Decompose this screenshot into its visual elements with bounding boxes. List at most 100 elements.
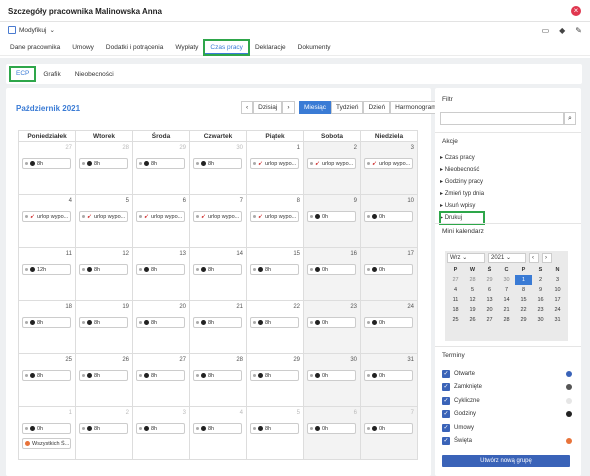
calendar-day-cell[interactable]: 2 8h	[76, 407, 133, 460]
calendar-event[interactable]: 0h	[22, 423, 71, 434]
calendar-event[interactable]: 0h	[364, 370, 413, 381]
calendar-event[interactable]: 8h	[79, 370, 128, 381]
calendar-event[interactable]: ➹ urlop wypo...	[364, 158, 413, 169]
calendar-event[interactable]: 0h	[364, 423, 413, 434]
holiday-event[interactable]: Wszystkich Ś...	[22, 438, 71, 449]
mini-prev-button[interactable]: ‹	[529, 253, 539, 263]
calendar-day-cell[interactable]: 9 0h	[304, 195, 361, 248]
calendar-day-cell[interactable]: 26 8h	[76, 354, 133, 407]
checkbox-checked-icon[interactable]: ✓	[442, 423, 450, 432]
mini-day[interactable]: 16	[532, 295, 549, 305]
mini-day[interactable]: 30	[498, 275, 515, 285]
calendar-day-cell[interactable]: 27 8h	[133, 354, 190, 407]
calendar-day-cell[interactable]: 3 ➹ urlop wypo...	[361, 142, 418, 195]
mini-day[interactable]: 11	[447, 295, 464, 305]
calendar-event[interactable]: 8h	[193, 264, 242, 275]
mini-day[interactable]: 29	[515, 315, 532, 325]
checkbox-checked-icon[interactable]: ✓	[442, 396, 450, 405]
mini-day[interactable]: 30	[532, 315, 549, 325]
calendar-event[interactable]: ➹ urlop wypo...	[136, 211, 185, 222]
calendar-event[interactable]: 8h	[79, 317, 128, 328]
calendar-event[interactable]: 0h	[307, 264, 356, 275]
calendar-day-cell[interactable]: 28 8h	[76, 142, 133, 195]
calendar-event[interactable]: 8h	[79, 158, 128, 169]
search-icon[interactable]: ⌕	[564, 112, 576, 125]
action-item[interactable]: ▸ Czas pracy	[440, 152, 484, 164]
calendar-day-cell[interactable]: 24 0h	[361, 301, 418, 354]
tab-dodatki[interactable]: Dodatki i potrącenia	[100, 40, 169, 55]
calendar-event[interactable]: 8h	[250, 264, 299, 275]
calendar-event[interactable]: 0h	[364, 211, 413, 222]
mini-day[interactable]: 5	[464, 285, 481, 295]
calendar-day-cell[interactable]: 8 ➹ urlop wypo...	[247, 195, 304, 248]
calendar-day-cell[interactable]: 4 ➹ urlop wypo...	[19, 195, 76, 248]
view-schedule-button[interactable]: Harmonogram	[390, 101, 442, 114]
mini-day[interactable]: 9	[532, 285, 549, 295]
mini-year-select[interactable]: 2021 ⌄	[488, 253, 526, 263]
calendar-event[interactable]: ➹ urlop wypo...	[193, 211, 242, 222]
tab-czas-pracy[interactable]: Czas pracy	[203, 39, 250, 56]
modify-button[interactable]: Modyfikuj ⌄	[8, 26, 55, 34]
mini-day[interactable]: 27	[447, 275, 464, 285]
next-button[interactable]: ›	[282, 101, 295, 114]
mini-day[interactable]: 4	[447, 285, 464, 295]
term-item[interactable]: ✓ Otwarte	[442, 367, 572, 381]
calendar-day-cell[interactable]: 16 0h	[304, 248, 361, 301]
calendar-event[interactable]: ➹ urlop wypo...	[79, 211, 128, 222]
calendar-day-cell[interactable]: 20 8h	[133, 301, 190, 354]
calendar-event[interactable]: 8h	[250, 423, 299, 434]
prev-button[interactable]: ‹	[241, 101, 254, 114]
mini-day[interactable]: 18	[447, 305, 464, 315]
checkbox-checked-icon[interactable]: ✓	[442, 383, 450, 392]
subtab-ecp[interactable]: ECP	[8, 66, 37, 82]
calendar-day-cell[interactable]: 13 8h	[133, 248, 190, 301]
calendar-event[interactable]: 0h	[307, 370, 356, 381]
mini-day[interactable]: 19	[464, 305, 481, 315]
checkbox-checked-icon[interactable]: ✓	[442, 410, 450, 419]
view-day-button[interactable]: Dzień	[363, 101, 391, 114]
calendar-event[interactable]: 12h	[22, 264, 71, 275]
calendar-day-cell[interactable]: 29 8h	[133, 142, 190, 195]
calendar-day-cell[interactable]: 6 0h	[304, 407, 361, 460]
calendar-day-cell[interactable]: 6 ➹ urlop wypo...	[133, 195, 190, 248]
tab-dane-pracownika[interactable]: Dane pracownika	[4, 40, 66, 55]
mini-next-button[interactable]: ›	[542, 253, 552, 263]
action-item[interactable]: ▸ Usuń wpisy	[440, 200, 484, 212]
calendar-day-cell[interactable]: 15 8h	[247, 248, 304, 301]
calendar-day-cell[interactable]: 19 8h	[76, 301, 133, 354]
calendar-day-cell[interactable]: 21 8h	[190, 301, 247, 354]
calendar-event[interactable]: 8h	[193, 423, 242, 434]
calendar-event[interactable]: 0h	[307, 317, 356, 328]
pencil-icon[interactable]: ✎	[575, 26, 582, 35]
calendar-event[interactable]: 8h	[79, 423, 128, 434]
calendar-event[interactable]: 8h	[22, 158, 71, 169]
mini-day[interactable]: 12	[464, 295, 481, 305]
calendar-day-cell[interactable]: 18 8h	[19, 301, 76, 354]
action-item[interactable]: ▸ Godziny pracy	[440, 176, 484, 188]
calendar-day-cell[interactable]: 30 8h	[190, 142, 247, 195]
calendar-day-cell[interactable]: 22 8h	[247, 301, 304, 354]
calendar-event[interactable]: 8h	[79, 264, 128, 275]
calendar-event[interactable]: 0h	[307, 423, 356, 434]
new-group-button[interactable]: Utwórz nową grupę	[442, 455, 570, 467]
calendar-day-cell[interactable]: 1 ➹ urlop wypo...	[247, 142, 304, 195]
mini-day[interactable]: 31	[549, 315, 566, 325]
calendar-day-cell[interactable]: 7 ➹ urlop wypo...	[190, 195, 247, 248]
tag-icon[interactable]: ◆	[559, 26, 565, 35]
mini-day[interactable]: 7	[498, 285, 515, 295]
calendar-event[interactable]: 8h	[193, 317, 242, 328]
calendar-event[interactable]: ➹ urlop wypo...	[250, 211, 299, 222]
folder-icon[interactable]: ▭	[542, 26, 550, 35]
calendar-day-cell[interactable]: 25 8h	[19, 354, 76, 407]
calendar-event[interactable]: 8h	[22, 317, 71, 328]
term-item[interactable]: ✓ Święta	[442, 435, 572, 449]
mini-day[interactable]: 20	[481, 305, 498, 315]
mini-day[interactable]: 17	[549, 295, 566, 305]
calendar-day-cell[interactable]: 12 8h	[76, 248, 133, 301]
calendar-day-cell[interactable]: 23 0h	[304, 301, 361, 354]
calendar-day-cell[interactable]: 29 8h	[247, 354, 304, 407]
mini-day[interactable]: 10	[549, 285, 566, 295]
calendar-event[interactable]: ➹ urlop wypo...	[307, 158, 356, 169]
calendar-event[interactable]: 8h	[136, 370, 185, 381]
mini-day[interactable]: 8	[515, 285, 532, 295]
